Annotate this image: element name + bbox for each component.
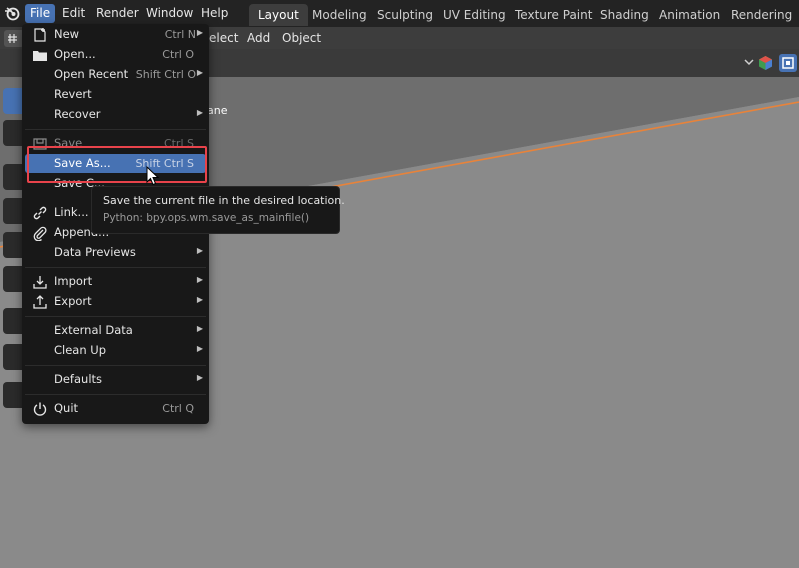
chevron-down-icon[interactable] bbox=[744, 58, 754, 66]
toggle-xray-button[interactable] bbox=[779, 54, 797, 72]
menu-item-open[interactable]: Open... Ctrl O bbox=[25, 45, 206, 64]
menu-item-recover[interactable]: Recover ▶ bbox=[25, 105, 206, 124]
menu-edit[interactable]: Edit bbox=[57, 4, 90, 23]
mouse-cursor-icon bbox=[146, 166, 160, 186]
tooltip-description: Save the current file in the desired loc… bbox=[103, 194, 345, 207]
submenu-arrow-icon: ▶ bbox=[196, 344, 203, 353]
menu-item-shortcut: Ctrl O bbox=[162, 48, 194, 61]
tab-sculpting[interactable]: Sculpting bbox=[368, 4, 442, 26]
link-icon bbox=[33, 206, 47, 220]
menu-item-export[interactable]: Export ▶ bbox=[25, 292, 206, 311]
menu-item-revert[interactable]: Revert bbox=[25, 85, 206, 104]
menu-separator bbox=[25, 365, 206, 366]
tab-shading[interactable]: Shading bbox=[591, 4, 658, 26]
submenu-arrow-icon: ▶ bbox=[196, 68, 203, 77]
submenu-arrow-icon: ▶ bbox=[196, 108, 203, 117]
menu-item-new[interactable]: New Ctrl N ▶ bbox=[25, 25, 206, 44]
menu-separator bbox=[25, 316, 206, 317]
menu-item-label: Link... bbox=[54, 205, 89, 219]
tab-uv-editing[interactable]: UV Editing bbox=[434, 4, 515, 26]
import-icon bbox=[33, 276, 47, 289]
menu-window[interactable]: Window bbox=[141, 4, 198, 23]
menu-item-shortcut: Shift Ctrl O bbox=[135, 68, 196, 81]
highlight-box bbox=[27, 146, 207, 183]
tab-texture-paint[interactable]: Texture Paint bbox=[506, 4, 601, 26]
tooltip-python: Python: bpy.ops.wm.save_as_mainfile() bbox=[103, 212, 310, 224]
viewport-object-name: ane bbox=[207, 104, 228, 117]
menu-separator bbox=[25, 267, 206, 268]
menu-item-label: Clean Up bbox=[54, 343, 107, 357]
menu-item-external-data[interactable]: External Data ▶ bbox=[25, 321, 206, 340]
submenu-arrow-icon: ▶ bbox=[196, 275, 203, 284]
menu-item-data-previews[interactable]: Data Previews ▶ bbox=[25, 243, 206, 262]
tab-modeling[interactable]: Modeling bbox=[303, 4, 376, 26]
menu-object[interactable]: Object bbox=[282, 30, 321, 47]
blender-logo-icon[interactable] bbox=[4, 5, 20, 21]
tab-rendering[interactable]: Rendering bbox=[722, 4, 799, 26]
menu-separator bbox=[25, 394, 206, 395]
xray-icon bbox=[782, 57, 794, 69]
top-bar: File Edit Render Window Help Layout Mode… bbox=[0, 0, 799, 27]
submenu-arrow-icon: ▶ bbox=[196, 295, 203, 304]
menu-item-label: Export bbox=[54, 294, 92, 308]
editor-type-icon[interactable] bbox=[4, 30, 24, 47]
tab-animation[interactable]: Animation bbox=[650, 4, 729, 26]
submenu-arrow-icon: ▶ bbox=[196, 246, 203, 255]
menu-item-label: Quit bbox=[54, 401, 79, 415]
menu-item-label: Revert bbox=[54, 87, 92, 101]
folder-icon bbox=[33, 51, 47, 61]
submenu-arrow-icon: ▶ bbox=[196, 324, 203, 333]
tab-layout[interactable]: Layout bbox=[249, 4, 308, 26]
menu-item-label: Data Previews bbox=[54, 245, 136, 259]
menu-item-defaults[interactable]: Defaults ▶ bbox=[25, 370, 206, 389]
menu-file[interactable]: File bbox=[25, 4, 56, 23]
menu-help[interactable]: Help bbox=[196, 4, 233, 23]
menu-item-label: Recover bbox=[54, 107, 101, 121]
menu-item-label: External Data bbox=[54, 323, 133, 337]
power-icon bbox=[33, 402, 47, 416]
gizmo-cube-icon[interactable] bbox=[758, 55, 773, 71]
menu-add[interactable]: Add bbox=[247, 30, 270, 47]
menu-separator bbox=[25, 129, 206, 130]
menu-item-shortcut: Ctrl N bbox=[164, 28, 196, 41]
menu-select[interactable]: elect bbox=[209, 30, 238, 47]
menu-item-label: Open... bbox=[54, 47, 96, 61]
menu-item-label: New bbox=[54, 27, 80, 41]
menu-item-clean-up[interactable]: Clean Up ▶ bbox=[25, 341, 206, 360]
menu-item-quit[interactable]: Quit Ctrl Q bbox=[25, 399, 206, 418]
export-icon bbox=[33, 295, 47, 309]
menu-item-import[interactable]: Import ▶ bbox=[25, 272, 206, 291]
menu-item-label: Import bbox=[54, 274, 93, 288]
menu-render[interactable]: Render bbox=[91, 4, 144, 23]
submenu-arrow-icon: ▶ bbox=[196, 28, 203, 37]
menu-item-label: Open Recent bbox=[54, 67, 129, 81]
paperclip-icon bbox=[33, 226, 47, 241]
menu-item-shortcut: Ctrl Q bbox=[162, 402, 194, 415]
menu-item-open-recent[interactable]: Open Recent Shift Ctrl O ▶ bbox=[25, 65, 206, 84]
menu-item-label: Defaults bbox=[54, 372, 103, 386]
submenu-arrow-icon: ▶ bbox=[196, 373, 203, 382]
tooltip: Save the current file in the desired loc… bbox=[91, 186, 345, 234]
new-file-icon bbox=[34, 28, 46, 42]
